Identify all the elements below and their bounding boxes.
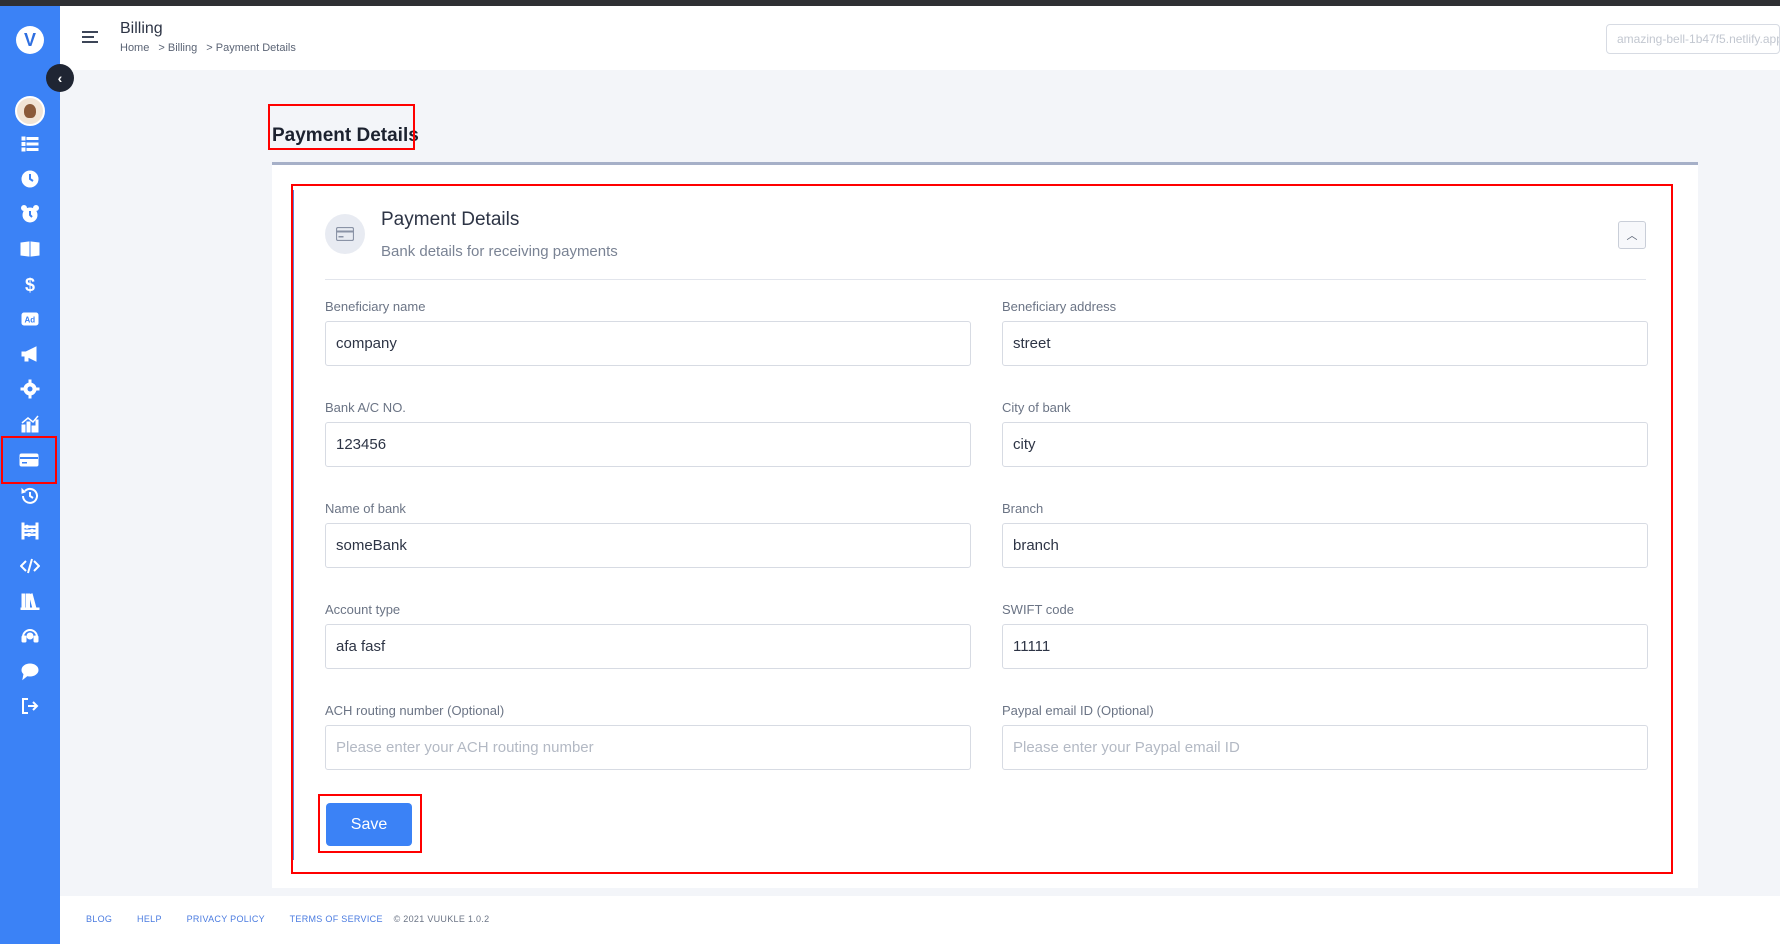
- footer-link-privacy[interactable]: PRIVACY POLICY: [187, 914, 265, 924]
- history-icon[interactable]: [0, 481, 60, 511]
- footer-link-terms[interactable]: TERMS OF SERVICE: [290, 914, 383, 924]
- svg-text:$: $: [25, 275, 35, 294]
- headset-icon[interactable]: [0, 621, 60, 651]
- megaphone-icon[interactable]: [0, 339, 60, 369]
- domain-selector[interactable]: amazing-bell-1b47f5.netlify.app: [1606, 24, 1780, 54]
- highlight-box-title: [268, 104, 415, 150]
- sidebar: V $ Ad: [0, 6, 60, 944]
- svg-text:Ad: Ad: [25, 316, 36, 325]
- footer-link-blog[interactable]: BLOG: [86, 914, 112, 924]
- footer-links: BLOG HELP PRIVACY POLICY TERMS OF SERVIC…: [86, 914, 511, 924]
- library-icon[interactable]: [0, 586, 60, 616]
- breadcrumb-home[interactable]: Home: [120, 42, 149, 54]
- highlight-box-save: [318, 794, 422, 853]
- breadcrumb-billing[interactable]: > Billing: [158, 42, 197, 54]
- logout-icon[interactable]: [0, 691, 60, 721]
- credit-card-icon[interactable]: [1, 436, 57, 484]
- gear-icon[interactable]: [0, 374, 60, 404]
- breadcrumb: Home > Billing > Payment Details: [120, 42, 302, 54]
- sidebar-collapse-button[interactable]: ‹: [46, 64, 74, 92]
- footer-link-help[interactable]: HELP: [137, 914, 162, 924]
- highlight-box-card: [291, 184, 1673, 874]
- hamburger-menu-icon[interactable]: [82, 31, 98, 43]
- breadcrumb-payment-details: > Payment Details: [206, 42, 296, 54]
- book-icon[interactable]: [0, 234, 60, 264]
- user-avatar[interactable]: [15, 96, 45, 126]
- ad-icon[interactable]: Ad: [0, 304, 60, 334]
- footer-copyright: © 2021 VUUKLE 1.0.2: [393, 914, 490, 924]
- page-title: Billing: [120, 20, 163, 37]
- footer: BLOG HELP PRIVACY POLICY TERMS OF SERVIC…: [60, 896, 1780, 944]
- dollar-icon[interactable]: $: [0, 269, 60, 299]
- top-bar: Billing Home > Billing > Payment Details…: [60, 6, 1780, 70]
- chart-icon[interactable]: [0, 409, 60, 439]
- vuukle-logo[interactable]: V: [16, 26, 44, 54]
- code-icon[interactable]: [0, 551, 60, 581]
- clock-icon[interactable]: [0, 164, 60, 194]
- list-icon[interactable]: [0, 129, 60, 159]
- abacus-icon[interactable]: [0, 516, 60, 546]
- alarm-icon[interactable]: [0, 199, 60, 229]
- chat-icon[interactable]: [0, 656, 60, 686]
